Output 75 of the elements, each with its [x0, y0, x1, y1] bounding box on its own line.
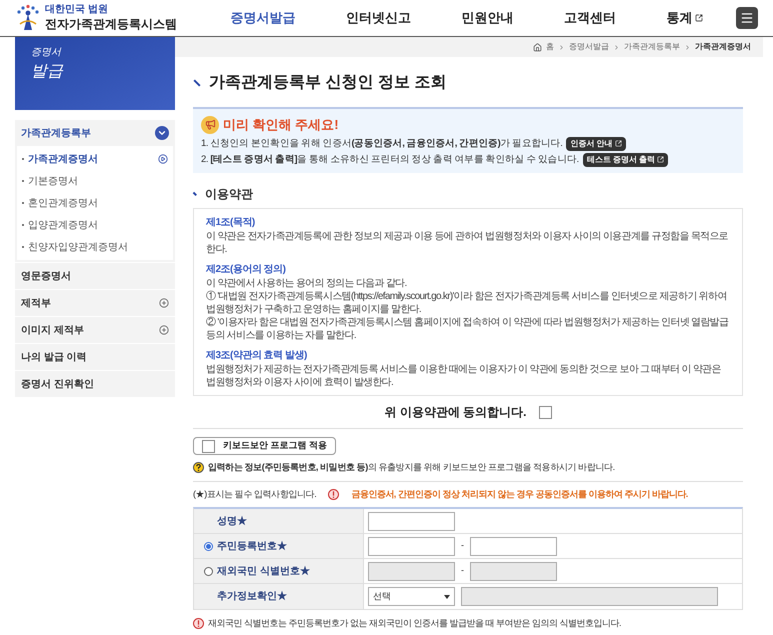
warning-icon: [193, 618, 204, 630]
sidebar-item[interactable]: 증명서 진위확인: [15, 371, 175, 397]
logo-caption: 대한민국 법원: [45, 4, 109, 17]
breadcrumb-link[interactable]: 증명서발급: [569, 41, 609, 53]
sidebar-item[interactable]: 가족관계등록부: [15, 120, 175, 146]
dash-separator: -: [461, 564, 464, 578]
external-link-icon: [657, 156, 664, 164]
agree-label: 위 이용약관에 동의합니다.: [384, 404, 526, 421]
warning-text: 금융인증서, 간편인증이 정상 처리되지 않는 경우 공동인증서를 이용하여 주시기 바랍니다.: [351, 488, 688, 501]
submenu-item[interactable]: 기본증명서: [17, 170, 173, 192]
nav-link[interactable]: 인터넷신고: [346, 8, 411, 28]
link-button[interactable]: 테스트 증명서 출력: [582, 152, 668, 167]
nav-link[interactable]: 고객센터: [564, 8, 616, 28]
footnote-text: 재외국민 식별번호는 주민등록번호가 없는 재외국민이 인증서를 발급받을 때 부여받은 임의의 식별번호입니다.: [208, 617, 622, 630]
notice-text: 2. [테스트 증명서 출력]을 통해 소유하신 프린터의 정상 출력 여부를 확인하실 수 있습니다.: [201, 152, 579, 167]
logo-icon: [15, 4, 41, 32]
article-title: 제1조(목적): [206, 216, 256, 230]
sidebar-item[interactable]: 나의 발급 이력: [15, 344, 175, 370]
radio-button[interactable]: [204, 566, 213, 576]
form-label-cell: 성명★: [194, 509, 364, 533]
banner-text: 발급: [31, 62, 63, 82]
nav-link[interactable]: 통계: [666, 8, 703, 28]
article-text: 이 약관은 전자가족관계등록에 관한 정보의 제공과 이용 등에 관하여 법원행정처와 이용자 사이의 이용관계를 규정함을 목적으로 한다.: [206, 230, 729, 256]
form-label-cell: 재외국민 식별번호★: [194, 559, 364, 583]
sidebar-item[interactable]: 제적부: [15, 290, 175, 316]
help-icon: [193, 462, 204, 474]
warning-icon: [328, 488, 340, 500]
form-label-cell: 주민등록번호★: [194, 534, 364, 558]
external-link-icon: [614, 140, 622, 148]
megaphone-icon: [201, 116, 219, 134]
submenu-item[interactable]: 가족관계증명서: [17, 148, 173, 170]
input-field[interactable]: [368, 536, 455, 556]
keyboard-security-checkbox[interactable]: [202, 440, 215, 452]
notice-title: 미리 확인해 주세요!: [223, 116, 339, 134]
help-text: 입력하는 정보(주민등록번호, 비밀번호 등)의 유출방지를 위해 키보드보안 프로그램을 적용하시기 바랍니다.: [208, 461, 615, 474]
sidebar-item[interactable]: 영문증명서: [15, 263, 175, 289]
home-icon: [533, 42, 542, 52]
chevron-icon: [558, 44, 565, 50]
form-label-cell: 추가정보확인★: [194, 584, 364, 609]
menu-icon: [740, 11, 754, 25]
chevron-icon: [684, 44, 691, 50]
chevron-icon: [613, 44, 620, 50]
radio-button[interactable]: [204, 542, 213, 550]
nav-link[interactable]: 민원안내: [461, 8, 514, 28]
breadcrumb-link[interactable]: 가족관계등록부: [624, 41, 680, 53]
agree-checkbox[interactable]: [538, 406, 552, 418]
dash-separator: -: [461, 539, 464, 552]
input-field[interactable]: [470, 536, 557, 556]
submenu-item[interactable]: 친양자입양관계증명서: [17, 236, 173, 258]
section-heading: 이용약관: [205, 186, 253, 203]
keyboard-security-button[interactable]: 키보드보안 프로그램 적용: [193, 437, 336, 455]
submenu-item[interactable]: 입양관계증명서: [17, 214, 173, 236]
select-dropdown[interactable]: 선택: [368, 587, 455, 606]
article-text: ② '이용자'라 함은 대법원 전자가족관계등록시스템 홈페이지에 접속하여 이 약관에 따라 법원행정처가 제공하는 인터넷 열람발급 등의 서비스를 이용하는 자를 말한다.: [206, 316, 730, 342]
link-button[interactable]: 인증서 안내: [566, 136, 626, 151]
caret-icon: [444, 594, 450, 598]
nav-link[interactable]: 증명서발급: [230, 8, 296, 28]
article-text: ① '대법원 전자가족관계등록시스템(https://efamily.scourt.go.kr)'이라 함은 전자가족관계등록 서비스를 인터넷으로 제공하기 위하여 법원행정처가 구축하고 운영하는 홈페이지를 말한다.: [206, 290, 728, 316]
page-title: 가족관계등록부 신청인 정보 조회: [209, 73, 446, 93]
notice-text: 1. 신청인의 본인확인을 위해 인증서(공동인증서, 금융인증서, 간편인증)가 필요합니다.: [201, 136, 562, 150]
breadcrumb-link[interactable]: 가족관계증명서: [695, 41, 751, 53]
breadcrumb-link[interactable]: 홈: [546, 41, 554, 53]
article-text: 이 약관에서 사용하는 용어의 정의는 다음과 같다.: [206, 277, 408, 290]
menu-button[interactable]: [736, 7, 758, 29]
submenu-item[interactable]: 혼인관계증명서: [17, 192, 173, 214]
sidebar-item[interactable]: 이미지 제적부: [15, 317, 175, 343]
article-title: 제3조(약관의 효력 발생): [206, 349, 308, 363]
banner-text: 증명서: [31, 46, 61, 60]
title-mark-icon: [193, 79, 201, 87]
article-title: 제2조(용어의 정의): [206, 263, 286, 277]
current-page-icon: [158, 154, 168, 164]
input-field[interactable]: [368, 512, 455, 530]
article-text: 법원행정처가 제공하는 전자가족관계등록 서비스를 이용한 때에는 이용자가 이 약관에 동의한 것으로 보아 그 때부터 이 약관은 법원행정처와 이용자 사이에 효력이 발생한다.: [206, 363, 722, 389]
logo-title: 전자가족관계등록시스템: [45, 16, 177, 32]
required-note: (★)표시는 필수 입력사항입니다.: [193, 488, 316, 501]
